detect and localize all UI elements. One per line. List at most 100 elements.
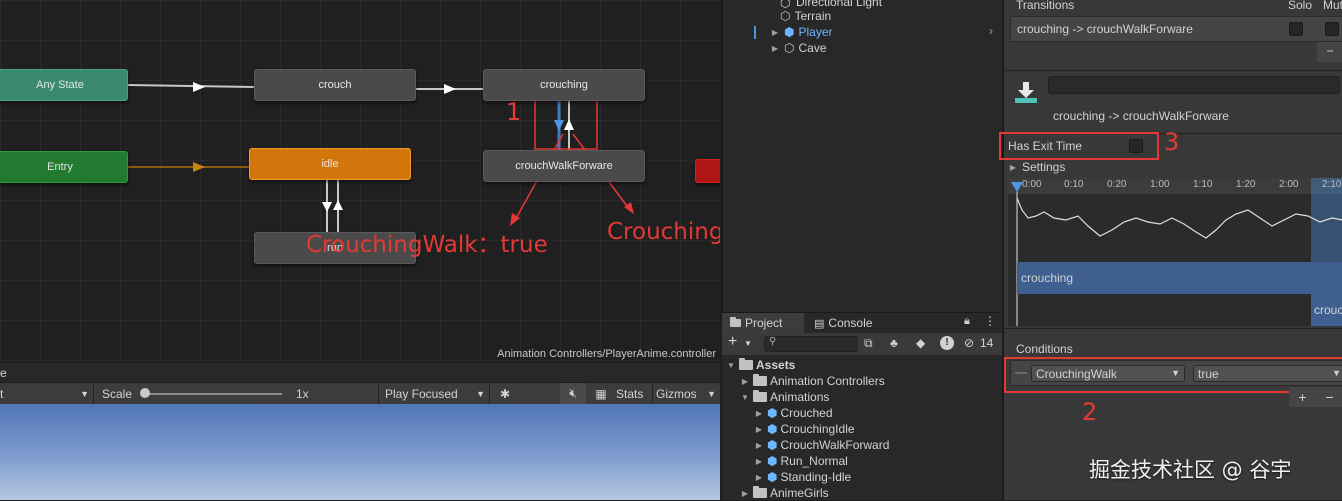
state-label: crouchWalkForware	[515, 160, 613, 172]
hierarchy-item-player[interactable]: ▶ ⬢ Player	[770, 24, 833, 40]
model-icon: ⬢	[767, 438, 778, 452]
remove-transition-button[interactable]: −	[1317, 42, 1342, 62]
tree-item-animation-controllers[interactable]: ▶ Animation Controllers	[740, 373, 885, 389]
inspector-panel: Transitions Solo Mut crouching -> crouch…	[999, 0, 1342, 500]
target-clip-bar[interactable]: crouc	[1311, 294, 1342, 326]
gizmos-dropdown[interactable]: Gizmos ▼	[652, 383, 720, 404]
state-exit[interactable]	[695, 159, 720, 183]
mute-checkbox[interactable]	[1325, 22, 1339, 36]
expand-arrow-icon[interactable]: ▼	[740, 393, 750, 402]
gameobject-icon: ⬡	[780, 9, 791, 23]
annotation-marker-1: 1	[506, 98, 522, 126]
scale-slider-track[interactable]	[142, 393, 282, 395]
stats-button[interactable]: Stats	[616, 383, 643, 404]
add-icon[interactable]: +	[728, 333, 737, 351]
transition-name-field[interactable]	[1048, 76, 1340, 94]
expand-arrow-icon[interactable]: ▶	[754, 425, 764, 434]
expand-arrow-icon[interactable]: ▶	[754, 473, 764, 482]
gameobject-icon: ⬡	[784, 41, 795, 55]
folder-icon	[753, 374, 767, 386]
tree-item-animegirls[interactable]: ▶ AnimeGirls	[740, 485, 829, 501]
tree-label: CrouchWalkForward	[780, 438, 890, 452]
transition-timeline[interactable]: 0:00 0:10 0:20 1:00 1:10 1:20 2:00 2:10 …	[1008, 178, 1342, 326]
search-by-type-icon[interactable]: ⧉	[864, 336, 873, 351]
remove-condition-button[interactable]: −	[1325, 389, 1333, 405]
state-crouching[interactable]: crouching	[483, 69, 645, 101]
model-icon: ⬢	[767, 470, 778, 484]
lock-icon[interactable]: 🔒︎	[964, 315, 970, 328]
hierarchy-item-terrain[interactable]: ⬡ Terrain	[780, 8, 831, 24]
annotation-marker-3: 3	[1164, 128, 1180, 156]
transition-list-item[interactable]: crouching -> crouchWalkForware	[1010, 16, 1342, 42]
state-idle[interactable]: idle	[249, 148, 411, 180]
expand-arrow-icon[interactable]: ▶	[770, 44, 780, 53]
expand-arrow-icon[interactable]: ▶	[740, 489, 750, 498]
add-condition-button[interactable]: +	[1298, 389, 1306, 405]
scene-tab-fragment[interactable]: e	[0, 366, 7, 380]
label-icon[interactable]: ◆	[916, 336, 925, 350]
state-any-state[interactable]: Any State	[0, 69, 128, 101]
tree-item-crouch-walk-forward[interactable]: ▶ ⬢ CrouchWalkForward	[754, 437, 889, 453]
bug-icon[interactable]: ✱	[494, 383, 516, 404]
hierarchy-item-cave[interactable]: ▶ ⬡ Cave	[770, 40, 827, 56]
grid-icon[interactable]: ▦	[590, 383, 612, 404]
expand-arrow-icon[interactable]: ▶	[770, 28, 780, 37]
solo-checkbox[interactable]	[1289, 22, 1303, 36]
expand-arrow-icon[interactable]: ▶	[754, 409, 764, 418]
scene-viewport[interactable]	[0, 404, 720, 500]
transition-anystate-crouch[interactable]	[127, 84, 255, 88]
display-dropdown[interactable]: t ▼	[0, 383, 94, 404]
selection-indicator	[754, 26, 756, 39]
tree-item-crouched[interactable]: ▶ ⬢ Crouched	[754, 405, 833, 421]
tree-item-standing-idle[interactable]: ▶ ⬢ Standing-Idle	[754, 469, 851, 485]
filter-type-icon[interactable]: ♣	[890, 336, 898, 350]
search-icon: ⚲	[769, 336, 777, 347]
tab-project[interactable]: Project	[722, 313, 804, 333]
tree-item-assets[interactable]: ▼ Assets	[726, 357, 795, 373]
tree-label: Assets	[756, 358, 796, 372]
scale-slider-handle[interactable]	[140, 388, 150, 398]
more-menu-icon[interactable]: ⋮	[984, 314, 996, 328]
chevron-down-icon: ▼	[476, 388, 485, 399]
divider	[1004, 70, 1342, 71]
animator-graph[interactable]: Any State Entry crouch idle crouching cr…	[0, 0, 720, 362]
expand-arrow-icon[interactable]: ▶	[754, 441, 764, 450]
expand-arrow-icon: ▶	[1009, 162, 1017, 172]
source-clip-bar[interactable]: crouching	[1017, 262, 1342, 294]
watermark: 掘金技术社区 @ 谷宇	[1089, 458, 1292, 482]
transition-arrow	[193, 82, 205, 92]
state-crouch-walk-forward[interactable]: crouchWalkForware	[483, 150, 645, 182]
warning-filter-icon[interactable]: !	[940, 336, 954, 350]
transition-icon	[1014, 80, 1038, 104]
tree-label: Standing-Idle	[780, 470, 852, 484]
folder-icon	[753, 486, 767, 498]
settings-foldout[interactable]: ▶ Settings	[1008, 160, 1065, 174]
expand-arrow-icon[interactable]: ▼	[726, 361, 736, 370]
transition-title: crouching -> crouchWalkForware	[1053, 109, 1229, 123]
hidden-packages-icon[interactable]: ⊘	[964, 336, 974, 350]
project-search-input[interactable]: ⚲	[764, 336, 858, 352]
tree-item-crouching-idle[interactable]: ▶ ⬢ CrouchingIdle	[754, 421, 855, 437]
tree-label: CrouchingIdle	[780, 422, 855, 436]
tree-item-run-normal[interactable]: ▶ ⬢ Run_Normal	[754, 453, 848, 469]
chevron-right-icon[interactable]: ›	[989, 24, 993, 38]
expand-arrow-icon[interactable]: ▶	[740, 377, 750, 386]
tab-label: Project	[745, 316, 783, 330]
tree-item-animations[interactable]: ▼ Animations	[740, 389, 829, 405]
transition-arrow	[444, 84, 456, 94]
mute-audio-icon[interactable]: 🔇︎	[560, 383, 586, 404]
transition-arrow	[554, 120, 564, 131]
state-label: crouching	[540, 79, 588, 91]
chevron-down-icon: ▼	[80, 388, 89, 399]
source-clip-label: crouching	[1021, 271, 1074, 285]
state-entry[interactable]: Entry	[0, 151, 128, 183]
scale-label: Scale	[102, 386, 133, 401]
scale-value: 1x	[296, 386, 309, 401]
chevron-down-icon: ▼	[707, 388, 716, 399]
state-crouch[interactable]: crouch	[254, 69, 416, 101]
tab-console[interactable]: ▤ Console	[806, 313, 880, 333]
expand-arrow-icon[interactable]: ▶	[754, 457, 764, 466]
folder-icon	[730, 317, 741, 327]
chevron-down-icon[interactable]: ▼	[744, 339, 752, 348]
play-mode-dropdown[interactable]: Play Focused ▼	[378, 383, 490, 404]
